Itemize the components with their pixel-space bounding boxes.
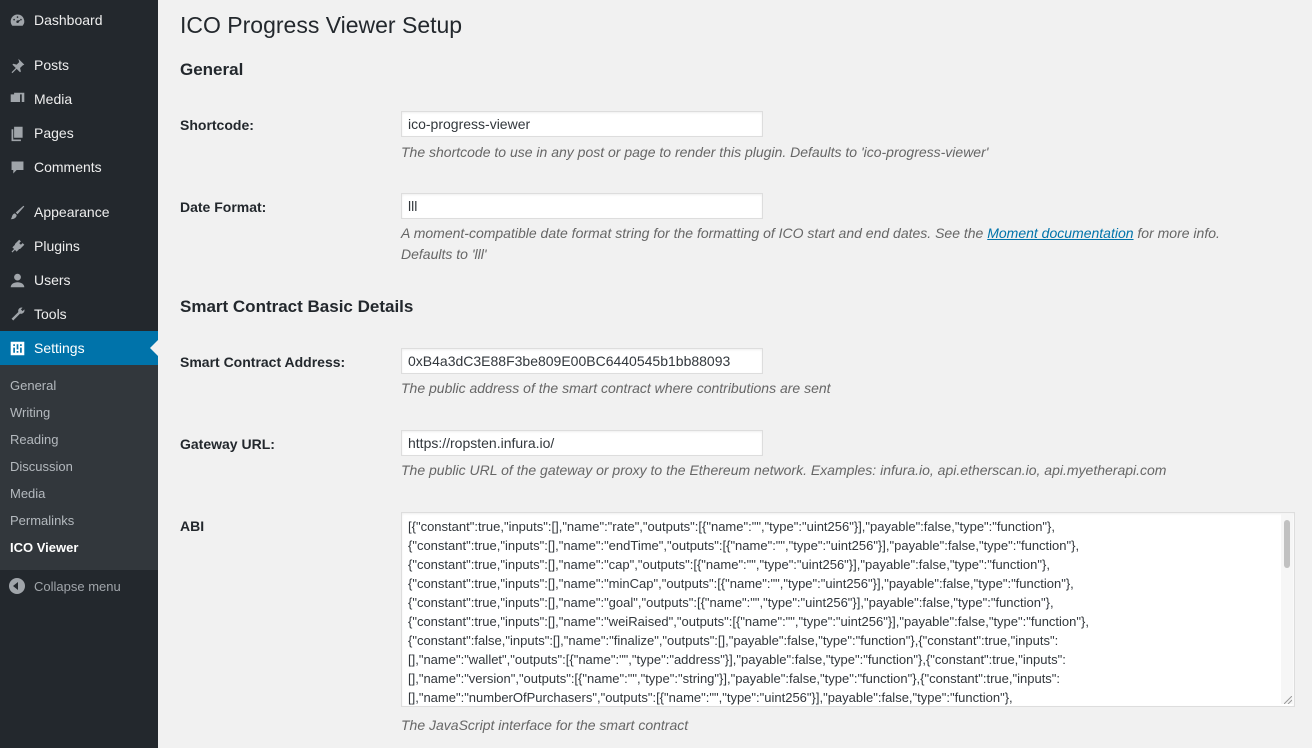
sidebar-item-label: Tools xyxy=(34,306,67,322)
abi-textarea[interactable]: [{"constant":true,"inputs":[],"name":"ra… xyxy=(401,512,1295,707)
resize-handle-icon[interactable] xyxy=(1284,696,1292,704)
sidebar-item-comments[interactable]: Comments xyxy=(0,150,158,184)
abi-description: The JavaScript interface for the smart c… xyxy=(401,717,689,733)
abi-scrollbar-thumb[interactable] xyxy=(1284,520,1290,568)
sidebar-item-label: Pages xyxy=(34,125,74,141)
sidebar-item-label: Dashboard xyxy=(34,12,103,28)
plugin-icon xyxy=(7,236,27,256)
main-content: ICO Progress Viewer Setup General Shortc… xyxy=(158,0,1312,748)
contract-address-label: Smart Contract Address: xyxy=(180,354,346,370)
sidebar-item-label: Comments xyxy=(34,159,102,175)
sidebar-item-label: Media xyxy=(34,91,73,107)
sidebar-item-users[interactable]: Users xyxy=(0,263,158,297)
sidebar-item-dashboard[interactable]: Dashboard xyxy=(0,3,158,37)
gateway-url-description: The public URL of the gateway or proxy t… xyxy=(401,462,1167,478)
sidebar-item-media[interactable]: Media xyxy=(0,82,158,116)
submenu-item-general[interactable]: General xyxy=(10,378,56,393)
gateway-url-label: Gateway URL: xyxy=(180,436,275,452)
brush-icon xyxy=(7,202,27,222)
media-icon xyxy=(7,89,27,109)
sidebar-item-label: Posts xyxy=(34,57,70,73)
settings-icon xyxy=(7,338,27,358)
date-format-label: Date Format: xyxy=(180,199,267,215)
submenu-item-reading[interactable]: Reading xyxy=(10,432,58,447)
gateway-url-input[interactable] xyxy=(401,430,763,456)
pin-icon xyxy=(7,55,27,75)
settings-submenu: General Writing Reading Discussion Media… xyxy=(0,365,158,570)
submenu-item-media[interactable]: Media xyxy=(10,486,45,501)
submenu-item-writing[interactable]: Writing xyxy=(10,405,50,420)
sidebar-item-label: Appearance xyxy=(34,204,110,220)
moment-documentation-link[interactable]: Moment documentation xyxy=(987,225,1133,241)
collapse-menu-button[interactable]: Collapse menu xyxy=(0,574,158,598)
date-format-description-text-end: for more info. xyxy=(1133,225,1220,241)
collapse-arrow-icon xyxy=(9,578,25,594)
sidebar-item-plugins[interactable]: Plugins xyxy=(0,229,158,263)
section-heading-smart-contract: Smart Contract Basic Details xyxy=(180,297,414,316)
sidebar-item-settings[interactable]: Settings xyxy=(0,331,158,365)
date-format-default-note: Defaults to 'lll' xyxy=(401,246,487,262)
dashboard-icon xyxy=(7,10,27,30)
date-format-description-text: A moment-compatible date format string f… xyxy=(401,225,988,241)
sidebar-item-tools[interactable]: Tools xyxy=(0,297,158,331)
section-heading-general: General xyxy=(180,60,244,79)
admin-sidebar: Dashboard Posts Media Pages Comments App… xyxy=(0,0,158,748)
contract-address-input[interactable] xyxy=(401,348,763,374)
contract-address-description: The public address of the smart contract… xyxy=(401,380,831,396)
date-format-description: A moment-compatible date format string f… xyxy=(401,223,1301,265)
sidebar-item-label: Plugins xyxy=(34,238,80,254)
sidebar-item-appearance[interactable]: Appearance xyxy=(0,195,158,229)
collapse-menu-label: Collapse menu xyxy=(34,578,121,594)
page-title: ICO Progress Viewer Setup xyxy=(180,12,463,38)
abi-label: ABI xyxy=(180,518,205,534)
sidebar-item-posts[interactable]: Posts xyxy=(0,48,158,82)
abi-textarea-content: [{"constant":true,"inputs":[],"name":"ra… xyxy=(408,519,1089,705)
shortcode-description: The shortcode to use in any post or page… xyxy=(401,144,989,160)
abi-scrollbar[interactable] xyxy=(1281,514,1293,704)
submenu-item-ico-viewer[interactable]: ICO Viewer xyxy=(10,540,78,555)
sidebar-item-label: Users xyxy=(34,272,71,288)
sidebar-item-pages[interactable]: Pages xyxy=(0,116,158,150)
comment-icon xyxy=(7,157,27,177)
date-format-input[interactable] xyxy=(401,193,763,219)
wrench-icon xyxy=(7,304,27,324)
submenu-item-discussion[interactable]: Discussion xyxy=(10,459,73,474)
sidebar-item-label: Settings xyxy=(34,340,85,356)
submenu-item-permalinks[interactable]: Permalinks xyxy=(10,513,74,528)
shortcode-label: Shortcode: xyxy=(180,117,254,133)
user-icon xyxy=(7,270,27,290)
pages-icon xyxy=(7,123,27,143)
shortcode-input[interactable] xyxy=(401,111,763,137)
